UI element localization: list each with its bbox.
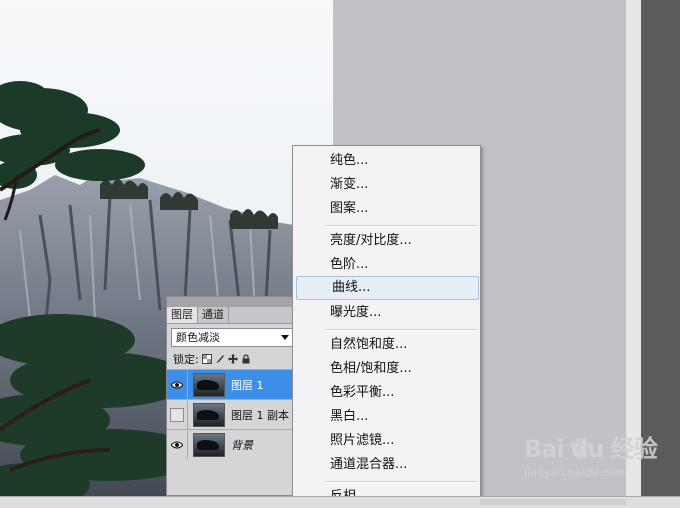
menu-item-curves[interactable]: 曲线... [296,276,479,300]
lock-move-icon[interactable] [227,354,238,364]
layer-name: 背景 [231,438,253,452]
scrollbar-track[interactable] [480,499,626,505]
tab-layers[interactable]: 图层 [167,307,198,323]
watermark-url: jingyan.baidu.com [524,466,626,479]
menu-item-solid-color[interactable]: 纯色... [294,149,479,173]
watermark: Bai du 经验 jingyan.baidu.com [524,436,674,494]
blend-mode-value: 颜色减淡 [176,331,220,344]
menu-item-color-balance[interactable]: 色彩平衡... [294,381,479,405]
layer-row[interactable]: 图层 1 副本 [167,399,292,429]
dropdown-arrow-icon [281,335,289,340]
tab-channels[interactable]: 通道 [198,307,229,323]
hidden-box-icon [170,407,184,422]
panel-tabs: 图层 通道 [167,307,292,324]
menu-item-hue-saturation[interactable]: 色相/饱和度... [294,357,479,381]
menu-item-gradient[interactable]: 渐变... [294,173,479,197]
layer-thumbnail [193,432,225,457]
layer-name: 图层 1 副本 [231,408,289,422]
panel-divider [626,0,641,507]
menu-separator [325,481,477,483]
menu-item-pattern[interactable]: 图案... [294,197,479,221]
layer-thumbnail [193,402,225,427]
menu-item-channel-mixer[interactable]: 通道混合器... [294,453,479,477]
blend-mode-select[interactable]: 颜色减淡 [171,328,293,347]
menu-item-photo-filter[interactable]: 照片滤镜... [294,429,479,453]
layer-thumbnail [193,372,225,397]
menu-item-vibrance[interactable]: 自然饱和度... [294,333,479,357]
visibility-toggle[interactable] [167,430,188,459]
layer-row[interactable]: 背景 [167,429,292,459]
layer-row[interactable]: 图层 1 [167,369,292,399]
lock-row: 锁定: [167,349,292,369]
watermark-brand: Bai du 经验 [524,435,658,463]
lock-brush-icon[interactable] [215,354,225,364]
horizontal-scrollbar[interactable] [0,496,680,508]
lock-label: 锁定: [173,353,199,366]
menu-separator [325,225,477,227]
menu-item-exposure[interactable]: 曝光度... [294,301,479,325]
lock-all-icon[interactable] [241,354,251,364]
panel-dock [641,0,680,507]
menu-item-black-white[interactable]: 黑白... [294,405,479,429]
menu-item-brightness-contrast[interactable]: 亮度/对比度... [294,229,479,253]
eye-icon [171,441,183,448]
panel-header-bar[interactable] [167,297,292,307]
menu-separator [325,329,477,331]
visibility-toggle[interactable] [167,370,188,399]
layers-panel: 图层 通道 颜色减淡 锁定: 图层 1 图层 1 副本 背景 [166,296,293,496]
eye-icon [171,381,183,388]
menu-item-levels[interactable]: 色阶... [294,253,479,277]
layer-name: 图层 1 [231,378,264,392]
adjustment-context-menu: 纯色... 渐变... 图案... 亮度/对比度... 色阶... 曲线... … [292,145,481,497]
lock-transparent-icon[interactable] [201,354,212,364]
visibility-toggle[interactable] [167,400,188,429]
